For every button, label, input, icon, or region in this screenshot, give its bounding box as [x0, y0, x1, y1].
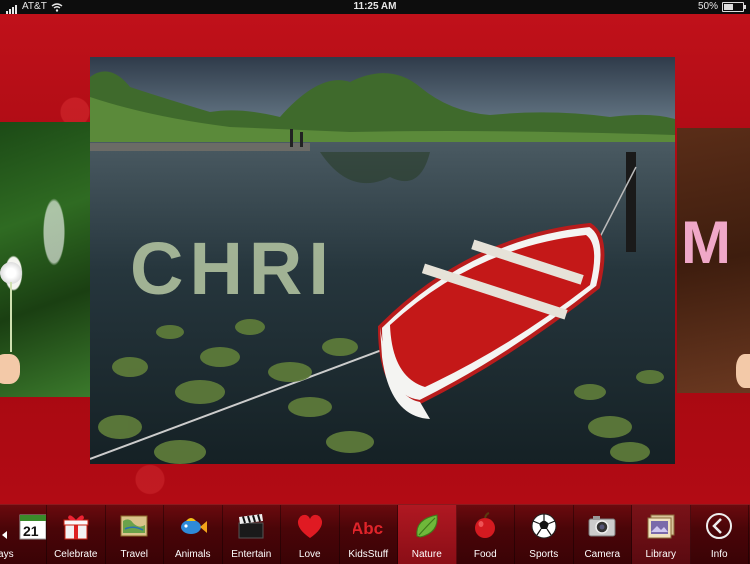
hand-image	[736, 354, 750, 388]
back-arrow-icon	[706, 513, 733, 539]
photo-library-icon	[647, 514, 675, 539]
tab-label: KidsStuff	[348, 549, 389, 560]
tab-label: Food	[473, 549, 497, 560]
map-icon	[120, 515, 148, 537]
svg-text:Abc: Abc	[353, 519, 383, 538]
camera-icon	[588, 516, 616, 537]
tab-label: Celebrate	[54, 549, 98, 560]
category-toolbar: 21 lidays Celebrate Travel Animals	[0, 504, 750, 564]
tab-kidsstuff[interactable]: Abc KidsStuff	[340, 505, 398, 564]
fish-icon	[180, 518, 207, 534]
main-photo-card[interactable]: CHRI	[90, 57, 675, 464]
status-bar: AT&T 11:25 AM 50%	[0, 0, 750, 14]
hand-image	[0, 354, 20, 384]
tab-info[interactable]: Info	[691, 505, 749, 564]
lily-pad-text: CHRI	[130, 227, 335, 310]
leaf-icon	[416, 514, 438, 538]
status-time: 11:25 AM	[353, 1, 397, 12]
tab-love[interactable]: Love	[281, 505, 340, 564]
apple-icon	[475, 512, 496, 538]
tab-travel[interactable]: Travel	[106, 505, 164, 564]
tab-label: Animals	[174, 549, 211, 560]
previous-card-preview[interactable]	[0, 122, 90, 397]
dandelion-stem	[10, 282, 12, 352]
svg-text:21: 21	[23, 523, 39, 539]
battery-percent: 50%	[697, 1, 718, 12]
battery-icon	[722, 2, 746, 12]
tab-nature[interactable]: Nature	[398, 505, 457, 564]
tab-label: Nature	[411, 549, 442, 560]
tab-label: Library	[645, 549, 677, 560]
tab-label: Sports	[529, 549, 559, 560]
tab-sports[interactable]: Sports	[515, 505, 574, 564]
tab-label: Entertain	[231, 549, 272, 560]
tab-label: Camera	[584, 549, 621, 560]
card-carousel[interactable]: M CHRI	[0, 14, 750, 504]
tab-camera[interactable]: Camera	[574, 505, 632, 564]
tab-celebrate[interactable]: Celebrate	[47, 505, 106, 564]
heart-icon	[297, 514, 322, 538]
lake-boat-photo: CHRI	[90, 57, 675, 464]
tab-entertain[interactable]: Entertain	[223, 505, 281, 564]
next-card-preview[interactable]: M	[677, 128, 750, 393]
dandelion-image	[0, 262, 22, 284]
clapperboard-icon	[238, 514, 264, 539]
calendar-icon: 21	[19, 514, 46, 540]
gift-icon	[63, 515, 89, 540]
battery-fill	[724, 4, 733, 10]
soccer-ball-icon	[531, 513, 557, 539]
flower-letters: M	[681, 209, 731, 276]
tab-holidays[interactable]: 21 lidays	[0, 505, 47, 564]
status-right: 50%	[697, 0, 746, 14]
abc-icon: Abc	[353, 519, 383, 538]
svg-text:CHRI: CHRI	[130, 227, 335, 310]
scroll-left-arrow-icon[interactable]	[2, 531, 7, 539]
tab-label: Love	[298, 549, 321, 560]
tab-food[interactable]: Food	[457, 505, 515, 564]
tab-library[interactable]: Library	[632, 505, 691, 564]
tab-label: Travel	[120, 549, 148, 560]
tab-label: Info	[710, 549, 728, 560]
tab-animals[interactable]: Animals	[164, 505, 223, 564]
tab-label: lidays	[0, 549, 14, 560]
